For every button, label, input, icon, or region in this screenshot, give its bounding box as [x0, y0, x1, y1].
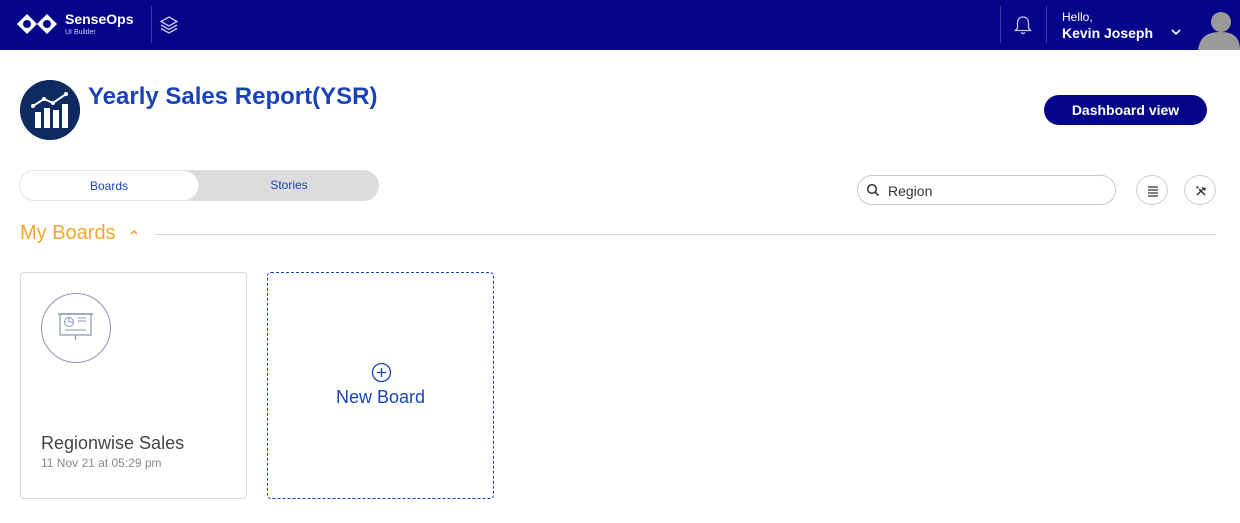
presentation-board-icon: [58, 313, 93, 340]
dashboard-view-button[interactable]: Dashboard view: [1044, 95, 1207, 125]
brand: SenseOps UI Builder: [65, 11, 133, 37]
board-card[interactable]: Regionwise Sales 11 Nov 21 at 05:29 pm: [20, 272, 247, 499]
user-greeting: Hello,: [1062, 10, 1093, 24]
layers-icon[interactable]: [158, 14, 180, 36]
brand-name: SenseOps: [65, 11, 134, 27]
new-board-card[interactable]: New Board: [267, 272, 494, 499]
search-icon: [866, 183, 880, 197]
page-title: Yearly Sales Report(YSR): [88, 83, 378, 110]
divider: [151, 6, 152, 43]
avatar-icon[interactable]: [1194, 8, 1240, 50]
chevron-up-icon[interactable]: [128, 227, 140, 237]
divider: [1046, 6, 1047, 43]
board-date: 11 Nov 21 at 05:29 pm: [41, 456, 162, 470]
board-name: Regionwise Sales: [41, 433, 185, 453]
board-thumbnail: [41, 293, 111, 363]
view-tabs: Boards Stories: [19, 170, 379, 201]
search-input[interactable]: [888, 181, 1108, 201]
top-navigation-bar: SenseOps UI Builder Hello, Kevin Joseph: [0, 0, 1240, 50]
chart-icon: [20, 80, 80, 140]
tools-button[interactable]: [1184, 175, 1216, 205]
plus-circle-icon: [371, 362, 392, 383]
section-divider: [155, 234, 1216, 235]
tab-stories[interactable]: Stories: [199, 170, 379, 201]
chevron-down-icon[interactable]: [1170, 27, 1182, 37]
senseops-logo-icon[interactable]: [17, 12, 57, 36]
tools-icon: [1196, 186, 1206, 196]
new-board-label: New Board: [335, 387, 426, 407]
bell-icon[interactable]: [1013, 14, 1033, 36]
user-name[interactable]: Kevin Joseph: [1062, 25, 1153, 41]
list-view-button[interactable]: [1136, 175, 1168, 205]
list-icon: [1148, 186, 1158, 197]
brand-subtitle: UI Builder: [65, 29, 96, 36]
section-title: My Boards: [20, 222, 116, 244]
divider: [1000, 6, 1001, 43]
tab-boards[interactable]: Boards: [19, 170, 199, 201]
search-box: [857, 175, 1116, 205]
